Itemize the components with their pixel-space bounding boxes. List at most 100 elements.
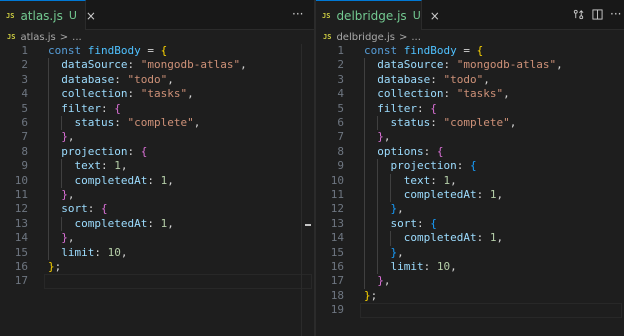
code-line: 19	[316, 303, 624, 317]
code-token: "mongodb-atlas"	[456, 58, 557, 72]
code-text: projection: {	[364, 159, 477, 173]
code-text: text: 1,	[364, 174, 457, 188]
code-text: options: {	[364, 145, 443, 159]
more-actions-icon[interactable]: ···	[292, 7, 303, 21]
code-token: completedAt	[403, 188, 477, 201]
code-token: }	[377, 274, 384, 288]
line-number: 17	[14, 274, 28, 288]
code-token: completedAt	[403, 231, 477, 245]
code-token: dataSource	[61, 58, 128, 72]
code-editor[interactable]: 1 const findBody = {2 dataSource: "mongod…	[316, 44, 624, 336]
code-token: ,	[509, 116, 517, 129]
code-token: completedAt	[74, 173, 148, 187]
close-icon[interactable]: ×	[86, 9, 96, 23]
code-text: database: "todo",	[48, 73, 174, 87]
code-line: 17	[0, 274, 314, 288]
code-token: findBody	[403, 44, 457, 57]
code-token: text	[74, 159, 102, 173]
editor-group-right: JS delbridge.js U × ··· JS delbridge.js …	[316, 0, 624, 336]
code-line: 14 },	[0, 231, 314, 245]
code-token: ,	[383, 274, 391, 288]
breadcrumb-symbol[interactable]: ...	[411, 32, 421, 43]
line-number: 9	[21, 159, 28, 173]
code-token: 10	[107, 245, 121, 259]
js-file-icon: JS	[7, 33, 16, 41]
split-editor-icon[interactable]	[592, 9, 603, 20]
line-number: 1	[21, 44, 28, 57]
editor-group-left: JS atlas.js U × ··· JS atlas.js > ... 1c…	[0, 0, 314, 336]
tab-delbridge-js[interactable]: JS delbridge.js U ×	[316, 0, 440, 30]
line-number: 7	[337, 130, 344, 144]
code-line: 11 },	[0, 188, 314, 202]
code-token: filter	[377, 101, 417, 115]
line-number: 11	[330, 188, 344, 201]
breadcrumb-symbol[interactable]: ...	[72, 32, 82, 43]
code-line: 16 limit: 10,	[316, 260, 624, 274]
code-token: dataSource	[377, 58, 444, 72]
line-number: 10	[330, 173, 344, 187]
code-line: 2 dataSource: "mongodb-atlas",	[0, 58, 314, 72]
code-token: :	[423, 144, 437, 158]
js-file-icon: JS	[6, 11, 15, 20]
breadcrumb-file[interactable]: atlas.js	[20, 32, 55, 43]
code-line: 5 filter: {	[316, 102, 624, 116]
more-actions-icon[interactable]: ···	[610, 7, 621, 21]
code-token: {	[476, 44, 484, 57]
code-token: :	[127, 144, 141, 158]
code-text: projection: {	[48, 145, 147, 159]
breadcrumb-file[interactable]: delbridge.js	[336, 32, 395, 43]
code-token: ;	[370, 288, 378, 302]
line-number: 7	[21, 130, 28, 144]
code-line: 15 limit: 10,	[0, 246, 314, 260]
code-token: :	[147, 216, 161, 230]
code-text: },	[48, 130, 74, 144]
code-line: 9 text: 1,	[0, 159, 314, 173]
compare-changes-icon[interactable]	[573, 9, 584, 20]
code-token: ,	[193, 116, 201, 129]
line-number: 10	[14, 173, 28, 187]
code-line: 2 dataSource: "mongodb-atlas",	[316, 58, 624, 72]
code-token: filter	[61, 101, 101, 115]
code-token: :	[443, 87, 457, 101]
close-icon[interactable]: ×	[430, 9, 440, 23]
code-text: database: "todo",	[364, 73, 490, 87]
code-token: {	[160, 44, 168, 57]
code-line: 13 completedAt: 1,	[0, 217, 314, 231]
overview-ruler-marker	[305, 224, 311, 226]
line-number: 3	[337, 72, 344, 86]
line-number: 16	[14, 260, 28, 273]
line-number: 9	[337, 159, 344, 173]
code-token: {	[101, 202, 108, 216]
tab-atlas-js[interactable]: JS atlas.js U ×	[0, 0, 96, 30]
code-token: ,	[556, 58, 563, 72]
code-token: :	[430, 173, 444, 187]
scrollbar[interactable]	[301, 44, 313, 336]
code-token: }	[377, 130, 384, 144]
code-token: :	[430, 72, 444, 86]
code-token: status	[390, 116, 431, 129]
code-token: options	[377, 144, 424, 158]
code-token: :	[417, 216, 431, 230]
code-token: projection	[390, 159, 457, 173]
code-line: 16};	[0, 260, 314, 274]
code-text: };	[364, 289, 377, 303]
code-token: {	[469, 159, 477, 173]
line-number: 13	[330, 216, 344, 230]
code-editor[interactable]: 1 const findBody = {2 dataSource: "mongod…	[0, 44, 314, 336]
code-token: text	[403, 173, 431, 187]
code-text: },	[364, 202, 404, 216]
code-token: sort	[61, 202, 88, 216]
code-token: ,	[496, 231, 504, 245]
